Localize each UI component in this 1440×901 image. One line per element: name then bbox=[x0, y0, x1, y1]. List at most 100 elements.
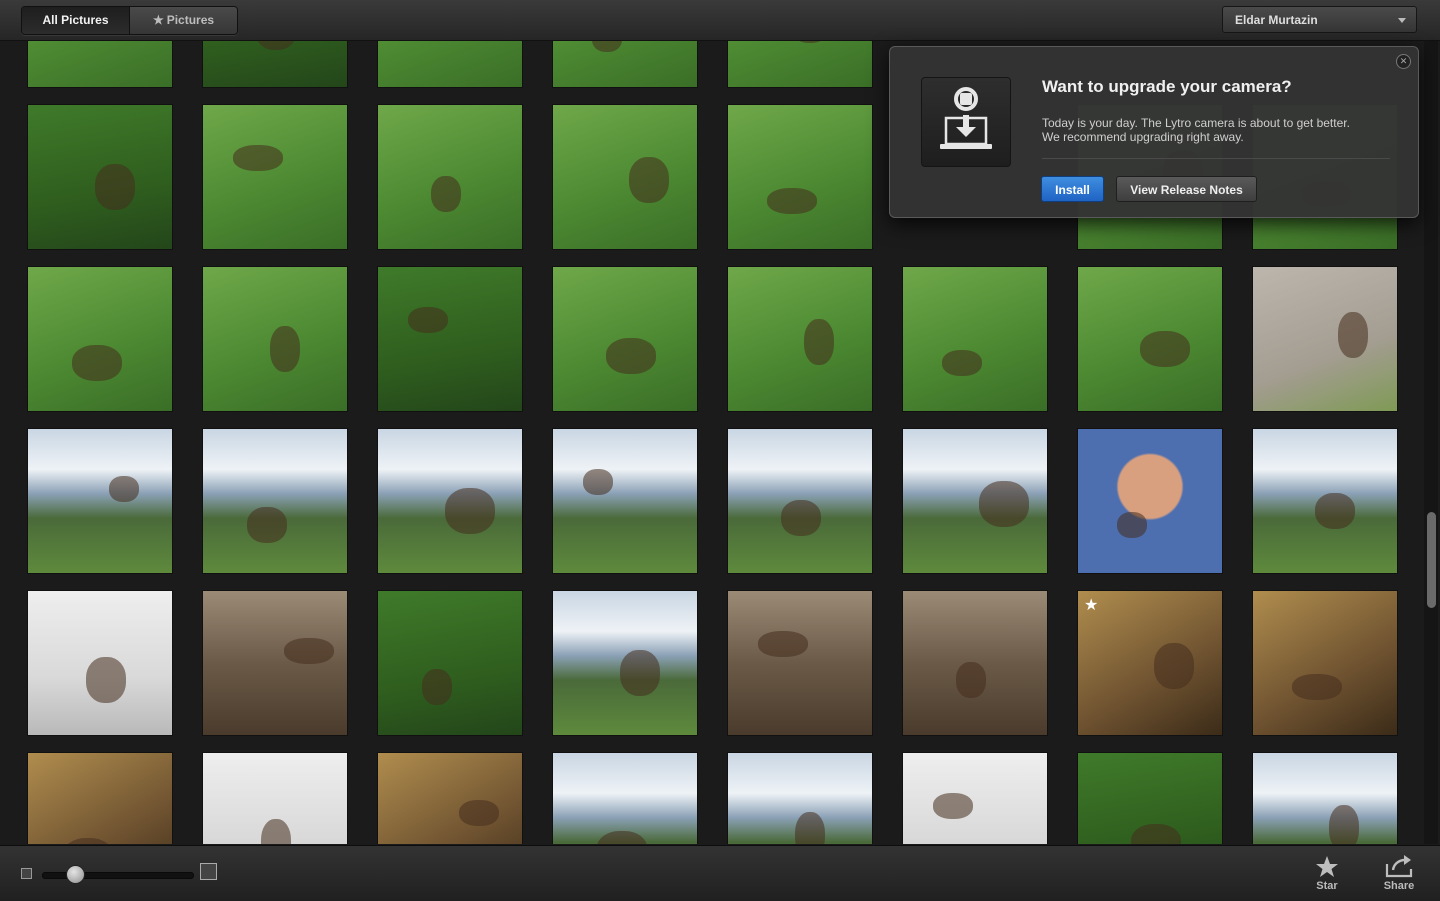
user-account-dropdown[interactable]: Eldar Murtazin bbox=[1222, 6, 1417, 33]
thumbnail-size-slider-knob[interactable] bbox=[66, 865, 85, 884]
share-icon bbox=[1376, 854, 1422, 878]
picture-thumbnail[interactable] bbox=[1253, 429, 1397, 573]
bottom-toolbar: Star Share bbox=[0, 845, 1440, 901]
top-toolbar: All Pictures ★ Pictures Eldar Murtazin bbox=[0, 0, 1440, 41]
picture-subject bbox=[781, 500, 821, 536]
picture-subject bbox=[63, 838, 113, 844]
star-button[interactable]: Star bbox=[1304, 854, 1350, 894]
picture-thumbnail[interactable] bbox=[203, 267, 347, 411]
picture-thumbnail[interactable] bbox=[903, 429, 1047, 573]
picture-subject bbox=[270, 326, 300, 372]
picture-thumbnail[interactable] bbox=[378, 267, 522, 411]
user-name: Eldar Murtazin bbox=[1235, 13, 1318, 27]
picture-subject bbox=[620, 650, 660, 696]
tab-all-pictures[interactable]: All Pictures bbox=[22, 7, 130, 34]
picture-thumbnail[interactable]: ★ bbox=[1078, 591, 1222, 735]
picture-thumbnail[interactable] bbox=[553, 41, 697, 87]
picture-thumbnail[interactable] bbox=[728, 41, 872, 87]
picture-thumbnail[interactable] bbox=[203, 41, 347, 87]
picture-thumbnail[interactable] bbox=[728, 429, 872, 573]
popup-message-line-2: We recommend upgrading right away. bbox=[1042, 130, 1244, 144]
picture-thumbnail[interactable] bbox=[553, 429, 697, 573]
thumbnail-size-slider[interactable] bbox=[42, 872, 194, 879]
picture-subject bbox=[592, 41, 622, 52]
tab-all-pictures-label: All Pictures bbox=[42, 13, 109, 27]
picture-thumbnail[interactable] bbox=[903, 267, 1047, 411]
scrollbar-track[interactable] bbox=[1424, 41, 1438, 844]
picture-subject bbox=[629, 157, 669, 203]
picture-filter-segmented-control: All Pictures ★ Pictures bbox=[21, 6, 238, 35]
picture-subject bbox=[597, 831, 647, 844]
star-icon: ★ bbox=[152, 13, 164, 27]
close-icon[interactable]: ✕ bbox=[1396, 54, 1411, 69]
picture-thumbnail[interactable] bbox=[378, 591, 522, 735]
picture-subject bbox=[95, 164, 135, 210]
picture-thumbnail[interactable] bbox=[553, 105, 697, 249]
picture-thumbnail[interactable] bbox=[203, 753, 347, 844]
picture-thumbnail[interactable] bbox=[553, 753, 697, 844]
picture-subject bbox=[790, 41, 830, 43]
picture-subject bbox=[1338, 312, 1368, 358]
picture-thumbnail[interactable] bbox=[728, 105, 872, 249]
picture-thumbnail[interactable] bbox=[1078, 267, 1222, 411]
picture-thumbnail[interactable] bbox=[378, 753, 522, 844]
picture-thumbnail[interactable] bbox=[28, 41, 172, 87]
picture-thumbnail[interactable] bbox=[903, 591, 1047, 735]
picture-thumbnail[interactable] bbox=[728, 591, 872, 735]
picture-thumbnail[interactable] bbox=[553, 591, 697, 735]
picture-subject bbox=[233, 145, 283, 171]
picture-subject bbox=[979, 481, 1029, 527]
picture-subject bbox=[284, 638, 334, 664]
picture-subject bbox=[942, 350, 982, 376]
picture-thumbnail[interactable] bbox=[378, 105, 522, 249]
picture-thumbnail[interactable] bbox=[1253, 753, 1397, 844]
picture-thumbnail[interactable] bbox=[203, 591, 347, 735]
picture-thumbnail[interactable] bbox=[1253, 591, 1397, 735]
popup-title: Want to upgrade your camera? bbox=[1042, 77, 1292, 96]
view-release-notes-button[interactable]: View Release Notes bbox=[1116, 176, 1257, 202]
picture-thumbnail[interactable] bbox=[28, 591, 172, 735]
picture-subject bbox=[431, 176, 461, 212]
picture-subject bbox=[606, 338, 656, 374]
picture-thumbnail[interactable] bbox=[1078, 753, 1222, 844]
picture-subject bbox=[758, 631, 808, 657]
picture-subject bbox=[86, 657, 126, 703]
picture-thumbnail[interactable] bbox=[203, 429, 347, 573]
star-icon bbox=[1304, 854, 1350, 878]
install-button[interactable]: Install bbox=[1041, 176, 1104, 202]
picture-subject bbox=[956, 662, 986, 698]
picture-subject bbox=[1117, 512, 1147, 538]
scrollbar-thumb[interactable] bbox=[1427, 512, 1436, 608]
large-thumbnail-icon[interactable] bbox=[200, 863, 217, 880]
picture-thumbnail[interactable] bbox=[728, 753, 872, 844]
picture-thumbnail[interactable] bbox=[378, 429, 522, 573]
picture-subject bbox=[256, 41, 296, 50]
picture-thumbnail[interactable] bbox=[28, 267, 172, 411]
picture-subject bbox=[247, 507, 287, 543]
picture-thumbnail[interactable] bbox=[28, 105, 172, 249]
picture-thumbnail[interactable] bbox=[203, 105, 347, 249]
picture-thumbnail[interactable] bbox=[553, 267, 697, 411]
picture-subject bbox=[1292, 674, 1342, 700]
small-thumbnail-icon[interactable] bbox=[21, 868, 32, 879]
picture-thumbnail[interactable] bbox=[28, 429, 172, 573]
share-button-label: Share bbox=[1383, 880, 1415, 892]
picture-subject bbox=[422, 669, 452, 705]
picture-thumbnail[interactable] bbox=[728, 267, 872, 411]
picture-subject bbox=[1329, 805, 1359, 844]
picture-thumbnail[interactable] bbox=[378, 41, 522, 87]
picture-subject bbox=[933, 793, 973, 819]
picture-subject bbox=[583, 469, 613, 495]
picture-subject bbox=[109, 476, 139, 502]
share-button[interactable]: Share bbox=[1376, 854, 1422, 894]
picture-thumbnail[interactable] bbox=[1078, 429, 1222, 573]
popup-divider bbox=[1042, 158, 1390, 159]
picture-thumbnail[interactable] bbox=[903, 753, 1047, 844]
picture-subject bbox=[795, 812, 825, 844]
tab-starred-pictures[interactable]: ★ Pictures bbox=[130, 7, 237, 34]
starred-icon: ★ bbox=[1084, 597, 1099, 614]
popup-message-line-1: Today is your day. The Lytro camera is a… bbox=[1042, 116, 1350, 130]
picture-thumbnail[interactable] bbox=[1253, 267, 1397, 411]
picture-subject bbox=[1315, 493, 1355, 529]
picture-thumbnail[interactable] bbox=[28, 753, 172, 844]
